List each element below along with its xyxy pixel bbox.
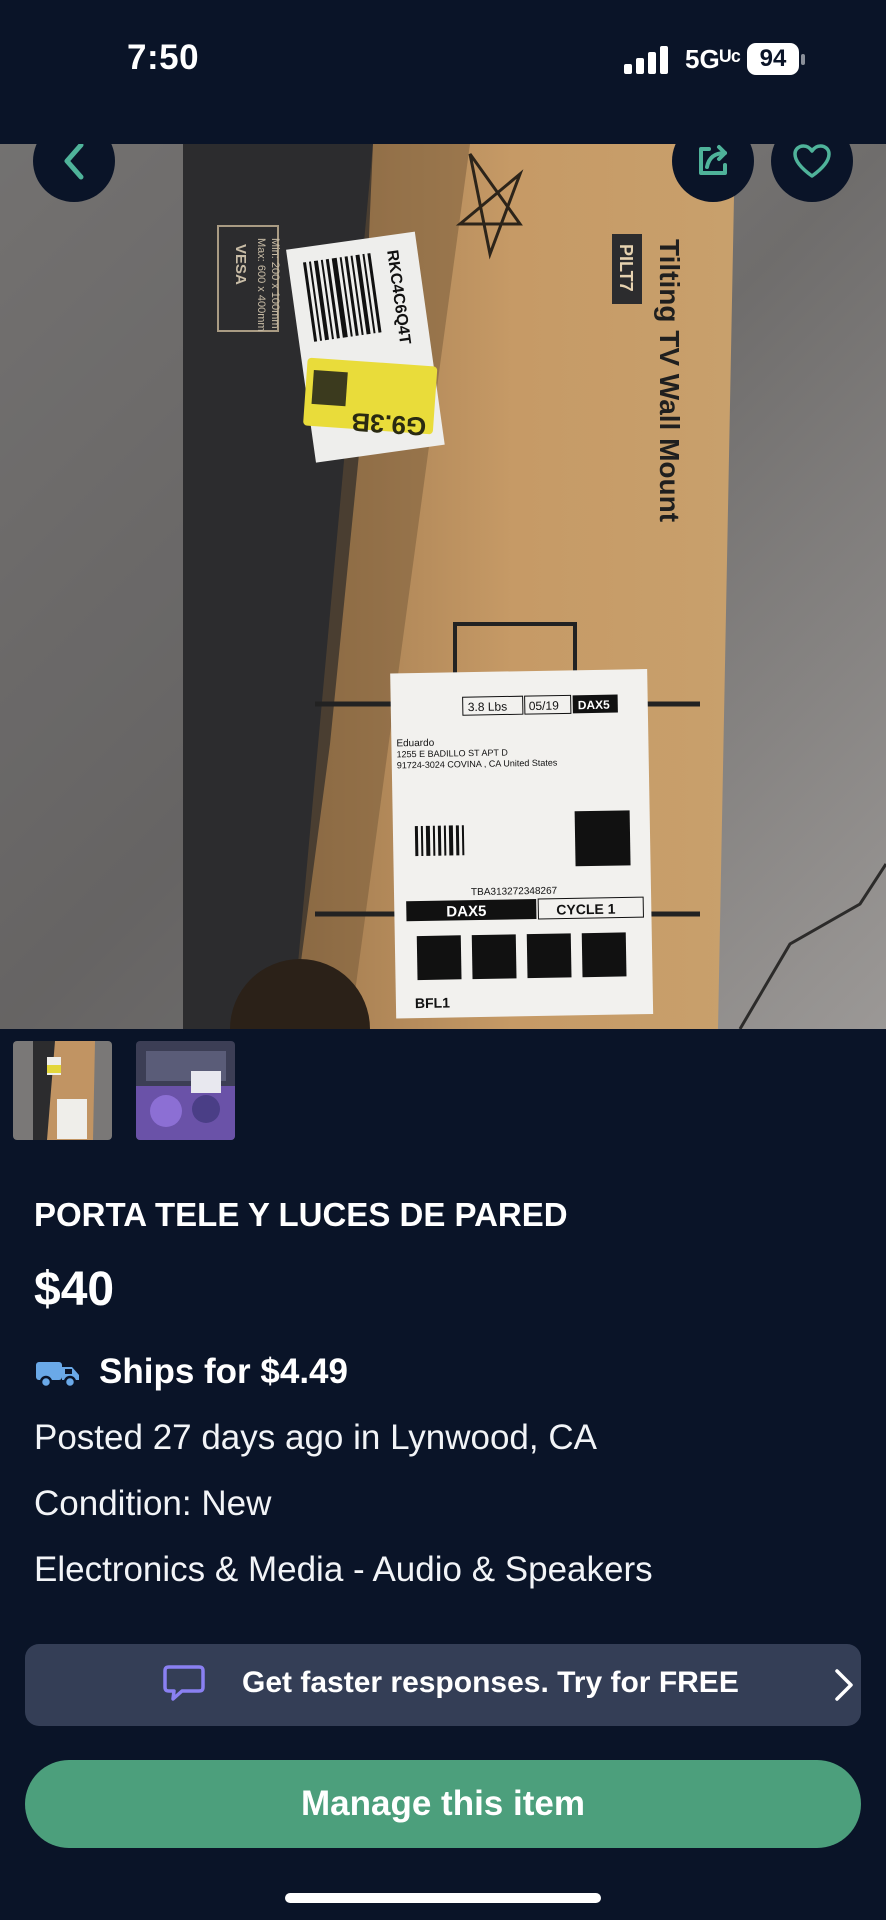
category-info[interactable]: Electronics & Media - Audio & Speakers [34,1550,653,1590]
battery-level: 94 [747,43,799,75]
label-address-1: 1255 E BADILLO ST APT D [397,747,509,759]
label-date: 05/19 [529,699,560,714]
thumbnail-image [136,1041,235,1140]
box-title: Tilting TV Wall Mount [654,239,685,522]
sticker-code: G9.3B [350,407,427,442]
truck-icon [36,1362,79,1389]
network-type: 5Gᵁᶜ [685,44,741,74]
photo-image: VESA Max: 600 x 400mm Min: 200 x 100mm R… [0,144,886,1029]
chevron-right-icon [835,1669,853,1701]
photo-thumbnail-1[interactable] [13,1041,112,1140]
shipping-text: Ships for $4.49 [99,1352,348,1391]
model-label: PILT7 [616,244,636,292]
photo-thumbnail-2[interactable] [136,1041,235,1140]
manage-item-button[interactable]: Manage this item [25,1760,861,1848]
label-route: DAX5 [446,903,486,921]
label-name: Eduardo [396,738,434,750]
faster-responses-banner[interactable]: Get faster responses. Try for FREE [25,1644,861,1726]
vesa-spec-1: Max: 600 x 400mm [255,238,267,332]
label-tracking: TBA313272348267 [471,886,558,899]
promo-text: Get faster responses. Try for FREE [242,1666,739,1699]
chat-bubble-icon [163,1665,205,1701]
listing-photo[interactable]: VESA Max: 600 x 400mm Min: 200 x 100mm R… [0,144,886,1029]
posted-info: Posted 27 days ago in Lynwood, CA [34,1418,597,1457]
status-time: 7:50 [127,38,200,77]
shipping-info: Ships for $4.49 [34,1350,348,1394]
label-bin: BFL1 [415,995,450,1012]
thumbnail-image [13,1041,112,1140]
vesa-spec-2: Min: 200 x 100mm [269,238,281,328]
vesa-label: VESA [232,244,249,285]
status-bar: 7:50 5Gᵁᶜ 94 [0,0,886,120]
listing-title: PORTA TELE Y LUCES DE PARED [34,1196,568,1233]
home-indicator[interactable] [285,1893,601,1903]
heart-icon [793,144,831,178]
listing-price: $40 [34,1263,115,1316]
label-weight: 3.8 Lbs [468,699,508,714]
signal-bars-icon [624,46,668,74]
label-station: DAX5 [578,698,611,713]
label-cycle: CYCLE 1 [556,901,616,918]
battery-icon: 94 [747,43,805,75]
chevron-left-icon [64,144,84,180]
share-icon [699,145,727,175]
condition-info: Condition: New [34,1484,272,1523]
